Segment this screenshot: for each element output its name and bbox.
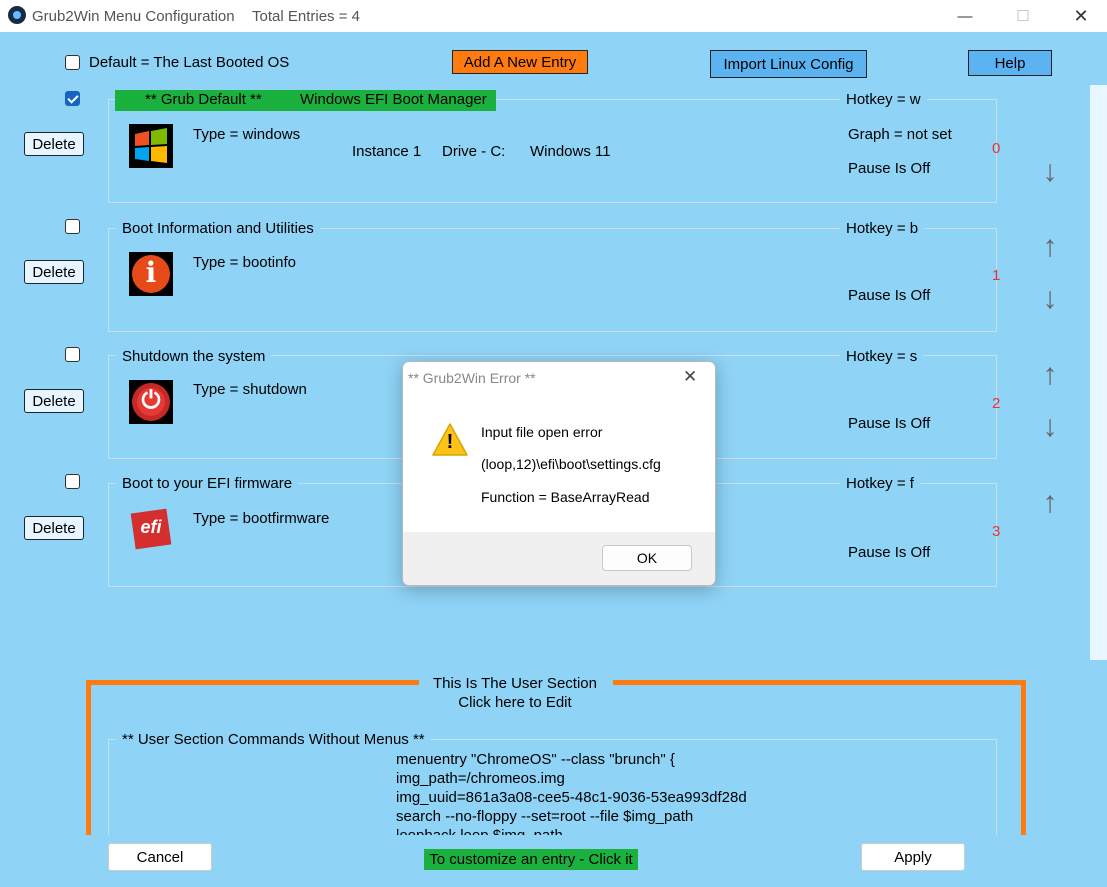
- customize-hint: To customize an entry - Click it: [424, 849, 638, 870]
- cancel-button[interactable]: Cancel: [108, 843, 212, 871]
- entry-pause-1: Pause Is Off: [848, 287, 931, 304]
- move-down-arrow-0[interactable]: ↓: [1040, 157, 1060, 187]
- entry-title-1: Boot Information and Utilities: [116, 220, 320, 237]
- entry-checkbox-1[interactable]: [65, 219, 80, 234]
- close-button[interactable]: ✕: [1058, 0, 1104, 32]
- efi-logo-icon: efi: [129, 507, 173, 551]
- help-button[interactable]: Help: [968, 50, 1052, 76]
- code-line-2: img_uuid=861a3a08-cee5-48c1-9036-53ea993…: [396, 789, 747, 806]
- ok-button[interactable]: OK: [602, 545, 692, 571]
- entry-os-0: Windows 11: [530, 143, 611, 160]
- entry-type-3: Type = bootfirmware: [193, 510, 330, 527]
- entry-graph-0: Graph = not set: [848, 126, 952, 143]
- windows-logo-icon: [129, 124, 173, 168]
- entry-instance-0: Instance 1: [352, 143, 422, 160]
- entry-hotkey-3: Hotkey = f: [840, 475, 920, 492]
- entry-checkbox-2[interactable]: [65, 347, 80, 362]
- delete-button-1[interactable]: Delete: [24, 260, 84, 284]
- move-up-arrow-2[interactable]: ↑: [1040, 360, 1060, 390]
- dialog-line2: (loop,12)\efi\boot\settings.cfg: [481, 456, 661, 472]
- dialog-line1: Input file open error: [481, 424, 603, 440]
- user-commands-label: ** User Section Commands Without Menus *…: [116, 731, 431, 748]
- user-section-subtitle[interactable]: Click here to Edit: [0, 694, 1030, 711]
- efi-glyph: efi: [140, 517, 162, 537]
- delete-button-3[interactable]: Delete: [24, 516, 84, 540]
- warning-glyph: !: [446, 431, 454, 453]
- add-entry-button[interactable]: Add A New Entry: [452, 50, 588, 74]
- entry-index-0: 0: [992, 140, 1001, 157]
- dialog-title: ** Grub2Win Error **: [408, 370, 536, 386]
- entry-pause-0: Pause Is Off: [848, 160, 931, 177]
- total-entries: Total Entries = 4: [252, 8, 360, 25]
- delete-button-0[interactable]: Delete: [24, 132, 84, 156]
- entry-checkbox-0[interactable]: [65, 91, 80, 106]
- power-icon: ⏻: [129, 380, 173, 424]
- entry-hotkey-0: Hotkey = w: [840, 91, 927, 108]
- maximize-button[interactable]: ☐: [1000, 0, 1046, 32]
- code-line-3: search --no-floppy --set=root --file $im…: [396, 808, 694, 825]
- entry-hotkey-2: Hotkey = s: [840, 348, 924, 365]
- entry-checkbox-3[interactable]: [65, 474, 80, 489]
- entry-drive-0: Drive - C:: [442, 143, 506, 160]
- entry-type-1: Type = bootinfo: [193, 254, 296, 271]
- entry-type-2: Type = shutdown: [193, 381, 307, 398]
- title-bar: Grub2Win Menu Configuration Total Entrie…: [0, 0, 1107, 32]
- power-glyph: ⏻: [141, 386, 161, 414]
- info-glyph: i: [145, 256, 157, 289]
- entry-box-1[interactable]: [108, 228, 997, 332]
- scrollbar[interactable]: [1090, 85, 1107, 660]
- entry-index-2: 2: [992, 395, 1001, 412]
- move-down-arrow-1[interactable]: ↓: [1040, 284, 1060, 314]
- entry-index-1: 1: [992, 267, 1001, 284]
- entry-title-3: Boot to your EFI firmware: [116, 475, 299, 492]
- dialog-line3: Function = BaseArrayRead: [481, 489, 650, 505]
- error-dialog: ** Grub2Win Error ** ✕ ! Input file open…: [402, 361, 716, 586]
- entry-type-0: Type = windows: [193, 126, 301, 143]
- window-title: Grub2Win Menu Configuration: [32, 8, 235, 25]
- warning-icon: !: [431, 422, 469, 458]
- entry-title-0: ** Grub Default **: [145, 91, 262, 108]
- code-line-1: img_path=/chromeos.img: [396, 770, 565, 787]
- delete-button-2[interactable]: Delete: [24, 389, 84, 413]
- minimize-button[interactable]: —: [942, 0, 988, 32]
- app-icon: [8, 6, 26, 24]
- entry-hotkey-1: Hotkey = b: [840, 220, 925, 237]
- apply-button[interactable]: Apply: [861, 843, 965, 871]
- entry-title2-0: Windows EFI Boot Manager: [300, 91, 487, 108]
- move-up-arrow-1[interactable]: ↑: [1040, 232, 1060, 262]
- code-line-0: menuentry "ChromeOS" --class "brunch" {: [396, 751, 675, 768]
- info-icon: i: [129, 252, 173, 296]
- default-last-booted-label: Default = The Last Booted OS: [89, 54, 290, 71]
- entry-pause-2: Pause Is Off: [848, 415, 931, 432]
- move-down-arrow-2[interactable]: ↓: [1040, 412, 1060, 442]
- default-last-booted-checkbox[interactable]: [65, 55, 80, 70]
- move-up-arrow-3[interactable]: ↑: [1040, 488, 1060, 518]
- entry-pause-3: Pause Is Off: [848, 544, 931, 561]
- dialog-close-icon[interactable]: ✕: [683, 367, 697, 387]
- entry-title-2: Shutdown the system: [116, 348, 272, 365]
- user-section-title: This Is The User Section: [433, 675, 597, 692]
- entry-index-3: 3: [992, 523, 1001, 540]
- import-linux-button[interactable]: Import Linux Config: [710, 50, 867, 78]
